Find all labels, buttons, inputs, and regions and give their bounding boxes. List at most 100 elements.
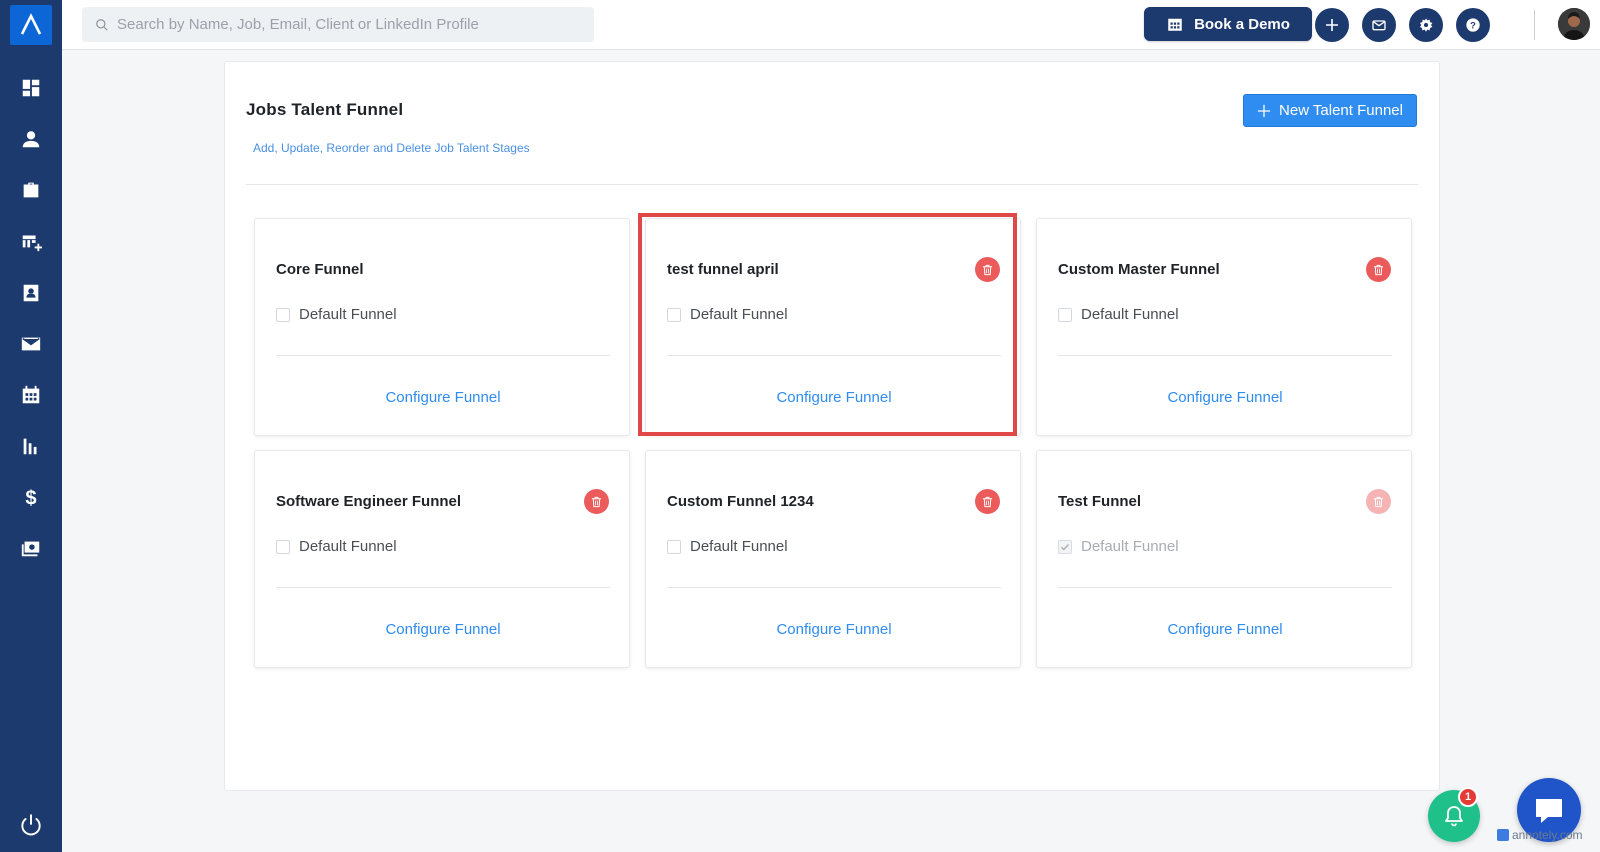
- funnel-name: Core Funnel: [276, 261, 364, 278]
- logo-icon: [20, 13, 42, 35]
- cash-icon: [21, 541, 40, 557]
- sidebar-item-payments[interactable]: [0, 528, 62, 568]
- configure-funnel-link[interactable]: Configure Funnel: [255, 621, 631, 638]
- new-talent-funnel-button[interactable]: New Talent Funnel: [1243, 94, 1417, 127]
- sidebar-item-email[interactable]: [0, 324, 62, 364]
- card-divider: [276, 587, 610, 588]
- configure-funnel-link[interactable]: Configure Funnel: [1037, 621, 1413, 638]
- funnel-name: Test Funnel: [1058, 493, 1142, 510]
- delete-funnel-button[interactable]: [1366, 489, 1391, 514]
- delete-funnel-button[interactable]: [975, 257, 1000, 282]
- checkmark-icon: [1061, 543, 1070, 551]
- delete-funnel-button[interactable]: [975, 489, 1000, 514]
- sidebar-item-clients[interactable]: [0, 221, 62, 261]
- default-funnel-label: Default Funnel: [1081, 306, 1179, 323]
- card-divider: [1058, 355, 1392, 356]
- user-avatar[interactable]: [1558, 8, 1590, 40]
- card-divider: [1058, 587, 1392, 588]
- sidebar-item-candidates[interactable]: [0, 119, 62, 159]
- dollar-icon: $: [25, 487, 36, 508]
- trash-icon: [1373, 264, 1384, 275]
- add-button[interactable]: [1315, 8, 1349, 42]
- card-divider: [667, 355, 1001, 356]
- configure-funnel-link[interactable]: Configure Funnel: [646, 389, 1022, 406]
- search-icon: [96, 18, 108, 31]
- default-funnel-label: Default Funnel: [299, 538, 397, 555]
- card-divider: [667, 587, 1001, 588]
- checkbox-box[interactable]: [276, 539, 290, 554]
- funnel-card: test funnel april Default Funnel Configu…: [645, 218, 1021, 436]
- checkbox-box[interactable]: [667, 539, 681, 554]
- default-funnel-label: Default Funnel: [690, 538, 788, 555]
- default-funnel-checkbox[interactable]: Default Funnel: [1058, 538, 1179, 555]
- header-divider: [246, 184, 1418, 185]
- funnel-card: Software Engineer Funnel Default Funnel …: [254, 450, 630, 668]
- default-funnel-checkbox[interactable]: Default Funnel: [667, 306, 788, 323]
- trash-icon: [591, 496, 602, 507]
- sidebar: $: [0, 0, 62, 852]
- delete-funnel-button[interactable]: [1366, 257, 1391, 282]
- calendar-icon: [1168, 18, 1182, 31]
- checkbox-box[interactable]: [1058, 307, 1072, 322]
- bar-chart-icon: [23, 438, 37, 455]
- default-funnel-checkbox[interactable]: Default Funnel: [1058, 306, 1179, 323]
- briefcase-icon: [23, 182, 39, 198]
- plus-icon: [1326, 19, 1338, 31]
- building-add-icon: [22, 235, 42, 252]
- funnel-card: Core Funnel Default Funnel Configure Fun…: [254, 218, 630, 436]
- person-icon: [22, 131, 40, 148]
- checkbox-box[interactable]: [276, 307, 290, 322]
- card-divider: [276, 355, 610, 356]
- top-header: Book a Demo ?: [62, 0, 1600, 50]
- sidebar-item-reports[interactable]: [0, 426, 62, 466]
- search-bar[interactable]: [82, 7, 594, 42]
- help-button[interactable]: ?: [1456, 8, 1490, 42]
- default-funnel-checkbox[interactable]: Default Funnel: [276, 306, 397, 323]
- mail-icon: [21, 337, 41, 351]
- bell-icon: [1445, 806, 1463, 827]
- mail-icon: [1372, 20, 1386, 31]
- funnel-card: Custom Master Funnel Default Funnel Conf…: [1036, 218, 1412, 436]
- trash-icon: [1373, 496, 1384, 507]
- default-funnel-checkbox[interactable]: Default Funnel: [667, 538, 788, 555]
- calendar-icon: [22, 385, 40, 404]
- sidebar-item-billing[interactable]: $: [0, 477, 62, 517]
- sidebar-item-jobs[interactable]: [0, 170, 62, 210]
- logout-button[interactable]: [0, 805, 62, 845]
- checkbox-box[interactable]: [667, 307, 681, 322]
- gear-icon: [1420, 18, 1433, 32]
- sidebar-item-calendar[interactable]: [0, 375, 62, 415]
- funnel-card: Test Funnel Default Funnel Configure Fun…: [1036, 450, 1412, 668]
- help-icon: ?: [1466, 18, 1480, 32]
- avatar-icon: [1558, 8, 1590, 40]
- contact-card-icon: [23, 284, 39, 302]
- page-title: Jobs Talent Funnel: [246, 100, 404, 119]
- search-input[interactable]: [117, 16, 587, 33]
- sidebar-item-dashboard[interactable]: [0, 68, 62, 108]
- delete-funnel-button[interactable]: [584, 489, 609, 514]
- header-divider: [1534, 10, 1535, 40]
- messages-button[interactable]: [1362, 8, 1396, 42]
- default-funnel-checkbox[interactable]: Default Funnel: [276, 538, 397, 555]
- default-funnel-label: Default Funnel: [1081, 538, 1179, 555]
- book-demo-button[interactable]: Book a Demo: [1144, 7, 1312, 41]
- watermark-logo-icon: [1497, 829, 1509, 841]
- checkbox-box[interactable]: [1058, 539, 1072, 554]
- default-funnel-label: Default Funnel: [690, 306, 788, 323]
- funnel-name: Software Engineer Funnel: [276, 493, 462, 510]
- funnel-card: Custom Funnel 1234 Default Funnel Config…: [645, 450, 1021, 668]
- funnel-name: test funnel april: [667, 261, 779, 278]
- configure-funnel-link[interactable]: Configure Funnel: [1037, 389, 1413, 406]
- settings-button[interactable]: [1409, 8, 1443, 42]
- funnel-name: Custom Funnel 1234: [667, 493, 814, 510]
- watermark: annotely.com: [1497, 828, 1582, 842]
- app-logo[interactable]: [10, 5, 52, 45]
- configure-funnel-link[interactable]: Configure Funnel: [646, 621, 1022, 638]
- page-subtitle: Add, Update, Reorder and Delete Job Tale…: [253, 141, 530, 155]
- new-talent-funnel-label: New Talent Funnel: [1279, 102, 1403, 119]
- talent-funnel-panel: Jobs Talent Funnel Add, Update, Reorder …: [224, 61, 1440, 791]
- power-icon: [21, 814, 41, 836]
- configure-funnel-link[interactable]: Configure Funnel: [255, 389, 631, 406]
- sidebar-item-contacts[interactable]: [0, 273, 62, 313]
- funnel-name: Custom Master Funnel: [1058, 261, 1220, 278]
